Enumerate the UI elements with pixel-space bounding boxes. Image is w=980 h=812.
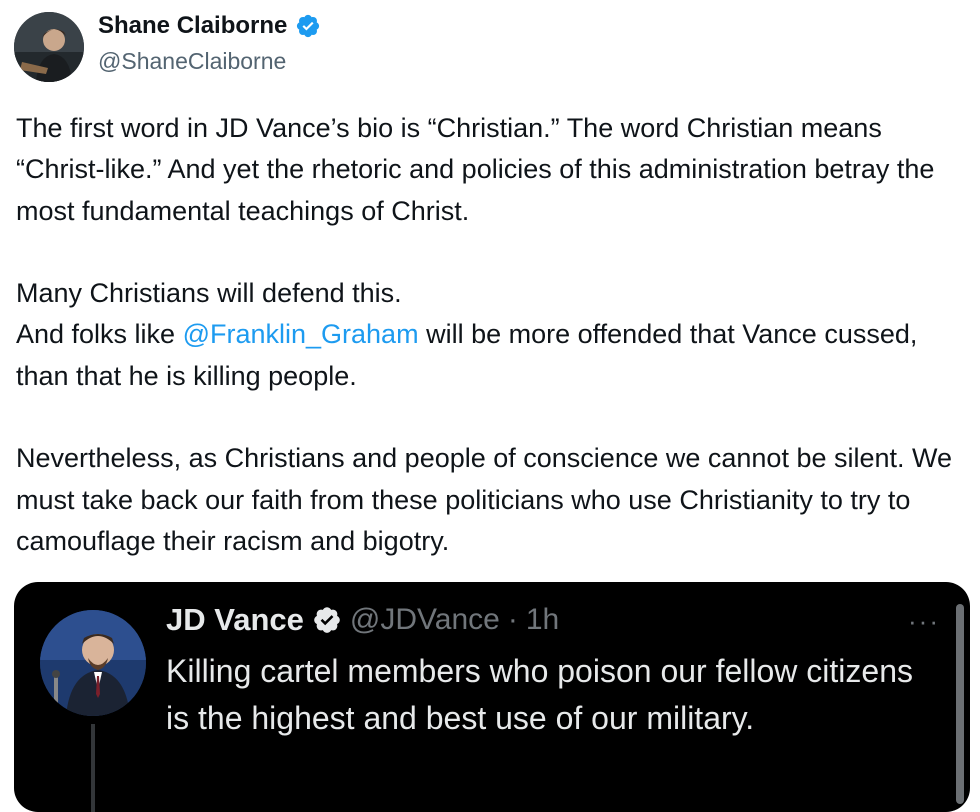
post-text: The first word in JD Vance’s bio is “Chr… <box>16 108 966 562</box>
meta-separator: · <box>507 603 518 636</box>
scrollbar[interactable] <box>956 604 964 804</box>
post-paragraph-2-line-1: Many Christians will defend this. <box>16 278 402 309</box>
post-paragraph-2-line-2: And folks like @Franklin_Graham will be … <box>16 314 966 397</box>
quoted-author-avatar[interactable] <box>40 610 146 716</box>
quoted-post[interactable]: JD Vance @JDVance · 1h ··· Killing carte… <box>14 582 970 812</box>
text-segment: And folks like <box>16 319 183 350</box>
post-paragraph-3: Nevertheless, as Christians and people o… <box>16 443 953 556</box>
quoted-header: JD Vance @JDVance · 1h <box>166 602 559 638</box>
quoted-author-handle[interactable]: @JDVance <box>350 603 500 637</box>
verified-badge-icon <box>314 607 340 633</box>
post-paragraph-1: The first word in JD Vance’s bio is “Chr… <box>16 113 935 226</box>
author-name[interactable]: Shane Claiborne <box>98 12 287 40</box>
post-timestamp[interactable]: 1h <box>526 603 559 637</box>
author-name-row: Shane Claiborne <box>98 12 321 40</box>
verified-badge-icon <box>297 14 320 38</box>
author-avatar[interactable] <box>14 12 84 82</box>
thread-line <box>91 724 95 812</box>
avatar-image <box>14 12 84 82</box>
quoted-avatar-image <box>40 610 146 716</box>
quoted-post-text: Killing cartel members who poison our fe… <box>166 653 913 736</box>
more-options-icon[interactable]: ··· <box>908 606 940 637</box>
author-handle[interactable]: @ShaneClaiborne <box>98 48 286 75</box>
quoted-author-name[interactable]: JD Vance <box>166 602 304 638</box>
mention-link[interactable]: @Franklin_Graham <box>183 319 419 349</box>
